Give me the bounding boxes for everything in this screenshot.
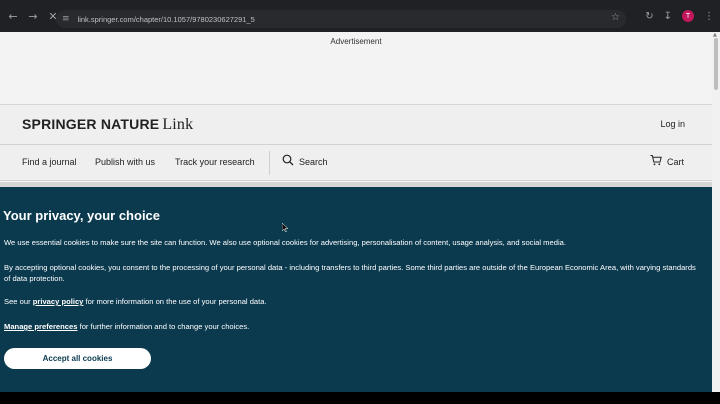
download-icon[interactable]: ↧ xyxy=(664,11,672,22)
cookie-paragraph-preferences: Manage preferences for further informati… xyxy=(4,322,704,333)
cart-icon[interactable] xyxy=(650,154,662,166)
page-scrollbar[interactable]: ▲ xyxy=(712,32,720,392)
mouse-cursor-icon xyxy=(282,223,288,232)
main-nav: Find a journal Publish with us Track you… xyxy=(0,145,712,181)
cookie-paragraph-consent: By accepting optional cookies, you conse… xyxy=(4,263,696,283)
search-icon[interactable] xyxy=(282,154,294,166)
cookie-title: Your privacy, your choice xyxy=(3,208,161,223)
nav-track-research[interactable]: Track your research xyxy=(175,157,255,167)
cookie-paragraph-privacy: See our privacy policy for more informat… xyxy=(4,297,704,308)
advertisement-area: Advertisement xyxy=(0,32,712,105)
login-link[interactable]: Log in xyxy=(660,119,685,129)
profile-avatar[interactable]: T xyxy=(682,10,694,22)
logo-link-text: Link xyxy=(162,116,194,133)
cookie-banner: Your privacy, your choice We use essenti… xyxy=(0,187,712,392)
star-icon[interactable]: ☆ xyxy=(611,12,620,23)
url-text[interactable]: link.springer.com/chapter/10.1057/978023… xyxy=(78,15,255,24)
back-icon[interactable]: ← xyxy=(6,9,20,23)
scroll-thumb[interactable] xyxy=(714,38,718,90)
cookie-paragraph-essential: We use essential cookies to make sure th… xyxy=(4,238,566,247)
menu-icon[interactable]: ⋮ xyxy=(704,11,714,22)
privacy-policy-link[interactable]: privacy policy xyxy=(33,297,84,306)
nav-find-journal[interactable]: Find a journal xyxy=(22,157,77,167)
web-page: Advertisement SPRINGER NATURE Link Log in… xyxy=(0,32,712,392)
address-bar[interactable]: ≡ link.springer.com/chapter/10.1057/9780… xyxy=(56,10,626,28)
browser-toolbar: ← → ✕ ≡ link.springer.com/chapter/10.105… xyxy=(0,0,720,32)
site-settings-icon[interactable]: ≡ xyxy=(62,14,70,24)
nav-search[interactable]: Search xyxy=(299,157,328,167)
manage-preferences-link[interactable]: Manage preferences xyxy=(4,322,77,331)
site-header: SPRINGER NATURE Link Log in xyxy=(0,105,712,145)
accept-all-cookies-button[interactable]: Accept all cookies xyxy=(4,348,151,369)
preferences-text-after: for further information and to change yo… xyxy=(79,322,250,331)
forward-icon[interactable]: → xyxy=(26,9,40,23)
bottom-letterbox xyxy=(0,392,720,404)
nav-divider xyxy=(269,151,270,175)
logo-brand-text: SPRINGER NATURE xyxy=(22,116,160,132)
advertisement-label: Advertisement xyxy=(330,37,382,46)
history-icon[interactable]: ↻ xyxy=(645,11,653,22)
privacy-text-after: for more information on the use of your … xyxy=(85,297,267,306)
nav-publish[interactable]: Publish with us xyxy=(95,157,155,167)
nav-cart[interactable]: Cart xyxy=(667,157,684,167)
privacy-text-before: See our xyxy=(4,297,31,306)
site-logo[interactable]: SPRINGER NATURE Link xyxy=(22,116,193,134)
